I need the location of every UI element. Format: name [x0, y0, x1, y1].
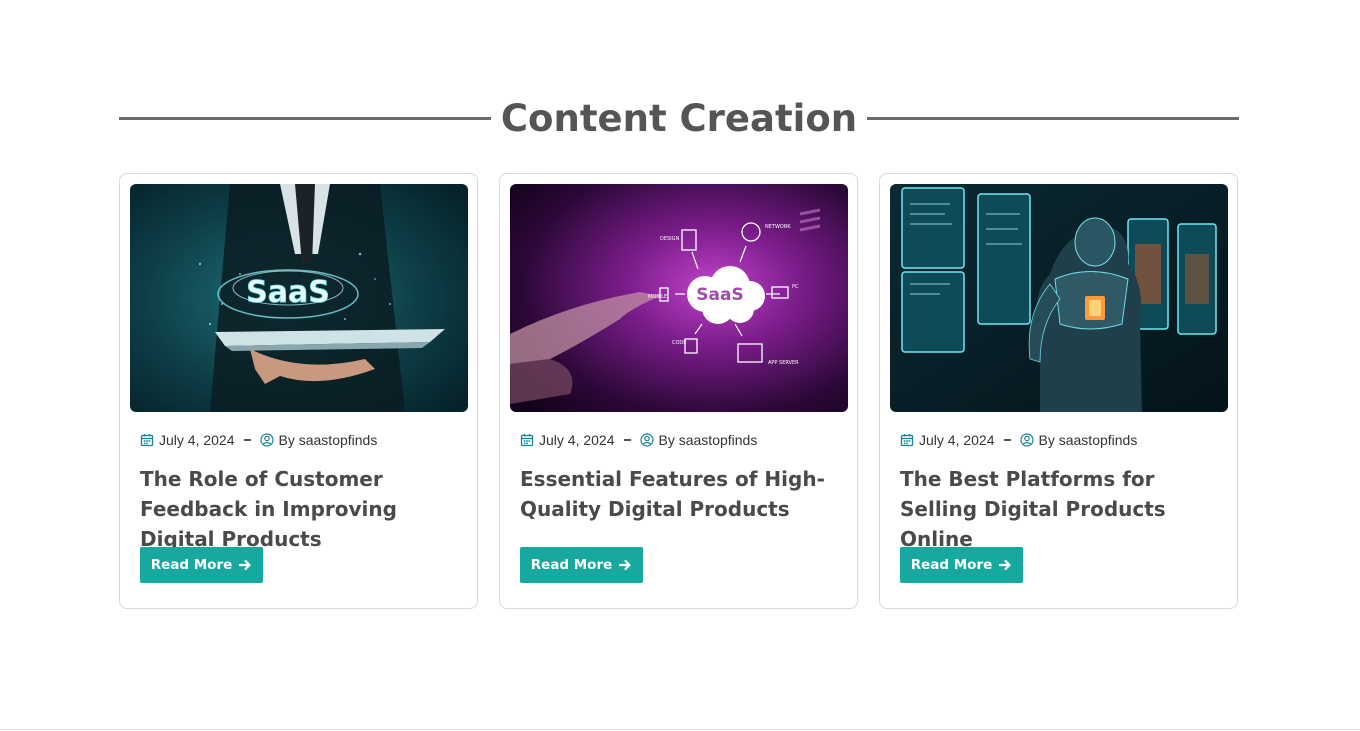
post-author[interactable]: By saastopfinds: [1039, 432, 1138, 448]
svg-text:MOBILE: MOBILE: [648, 294, 667, 300]
post-thumbnail[interactable]: SaaS DESIGN NETWORK PC APP SERVER CODE M…: [510, 184, 848, 412]
post-meta: July 4, 2024 By saastopfinds: [520, 432, 757, 448]
svg-text:PC: PC: [792, 284, 799, 290]
svg-text:DESIGN: DESIGN: [660, 236, 680, 242]
saas-cloud-network-image: SaaS DESIGN NETWORK PC APP SERVER CODEMOBI…: [510, 184, 848, 412]
svg-text:APP SERVER: APP SERVER: [768, 360, 799, 366]
svg-text:CODE: CODE: [672, 340, 686, 346]
post-meta: July 4, 2024 By saastopfinds: [140, 432, 377, 448]
heading-divider-right: [867, 116, 1240, 120]
meta-separator: [1003, 439, 1011, 441]
user-icon: [1019, 433, 1034, 447]
post-meta: July 4, 2024 By saastopfinds: [900, 432, 1137, 448]
post-title[interactable]: The Role of Customer Feedback in Improvi…: [140, 464, 465, 554]
post-date[interactable]: July 4, 2024: [159, 432, 235, 448]
user-icon: [639, 433, 654, 447]
post-card: SaaS July 4, 2024 By saastopfinds The Ro…: [119, 173, 478, 609]
post-thumbnail[interactable]: [890, 184, 1228, 412]
arrow-right-icon: [618, 558, 632, 572]
meta-separator: [623, 439, 631, 441]
post-title[interactable]: The Best Platforms for Selling Digital P…: [900, 464, 1225, 554]
post-date[interactable]: July 4, 2024: [539, 432, 615, 448]
saas-hand-tablet-image: SaaS: [130, 184, 468, 412]
content-creation-section: Content Creation SaaS July 4, 2024 By sa…: [119, 90, 1240, 609]
post-author[interactable]: By saastopfinds: [659, 432, 758, 448]
arrow-right-icon: [238, 558, 252, 572]
post-author[interactable]: By saastopfinds: [279, 432, 378, 448]
read-more-label: Read More: [150, 557, 233, 573]
post-cards: SaaS July 4, 2024 By saastopfinds The Ro…: [119, 173, 1239, 609]
robot-screens-image: [890, 184, 1228, 412]
section-heading: Content Creation: [500, 96, 858, 140]
read-more-label: Read More: [910, 557, 993, 573]
meta-separator: [243, 439, 251, 441]
footer-divider: [0, 729, 1360, 730]
section-heading-row: Content Creation: [119, 90, 1240, 146]
read-more-label: Read More: [530, 557, 613, 573]
post-card: SaaS DESIGN NETWORK PC APP SERVER CODE M…: [499, 173, 858, 609]
svg-text:SaaS: SaaS: [696, 285, 743, 305]
calendar-icon: [140, 433, 154, 447]
read-more-button[interactable]: Read More: [140, 547, 263, 583]
post-date[interactable]: July 4, 2024: [919, 432, 995, 448]
post-thumbnail[interactable]: SaaS: [130, 184, 468, 412]
svg-text:NETWORK: NETWORK: [765, 224, 791, 230]
read-more-button[interactable]: Read More: [900, 547, 1023, 583]
post-title[interactable]: Essential Features of High-Quality Digit…: [520, 464, 845, 524]
calendar-icon: [520, 433, 534, 447]
read-more-button[interactable]: Read More: [520, 547, 643, 583]
calendar-icon: [900, 433, 914, 447]
svg-text:SaaS: SaaS: [246, 275, 330, 310]
arrow-right-icon: [998, 558, 1012, 572]
user-icon: [259, 433, 274, 447]
post-card: July 4, 2024 By saastopfinds The Best Pl…: [879, 173, 1238, 609]
heading-divider-left: [119, 116, 491, 120]
